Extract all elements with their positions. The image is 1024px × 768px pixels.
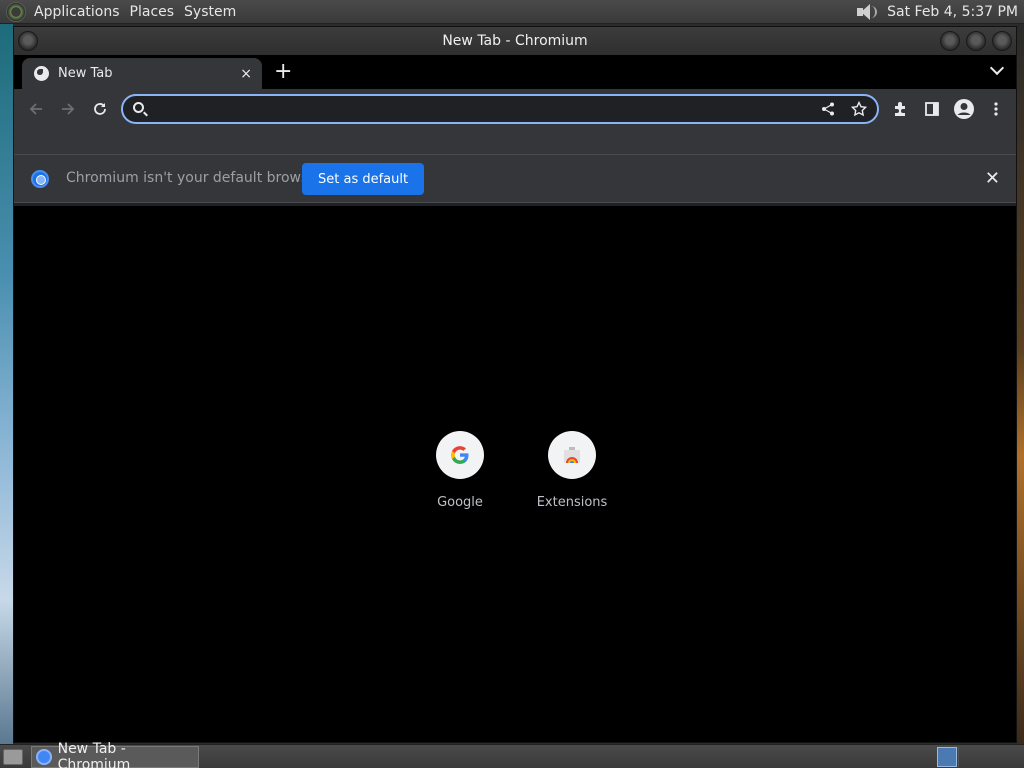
taskbar-item-chromium[interactable]: New Tab - Chromium [31,741,199,768]
new-tab-button[interactable]: + [274,60,292,84]
menu-places[interactable]: Places [128,4,183,20]
side-panel-icon[interactable] [920,97,944,121]
default-browser-infobar: Chromium isn't your default browser Set … [14,155,1016,203]
google-icon [436,431,484,479]
show-desktop-icon[interactable] [3,748,23,765]
clock[interactable]: Sat Feb 4, 5:37 PM [887,4,1018,20]
tab-title: New Tab [58,66,113,81]
browser-window: New Tab - Chromium New Tab × + Chromium … [13,26,1017,743]
extensions-puzzle-icon[interactable] [888,97,912,121]
tab-strip: New Tab × + [14,55,1016,89]
volume-icon[interactable] [855,3,878,21]
star-icon[interactable] [850,100,868,118]
maximize-icon[interactable] [966,31,986,51]
menu-applications[interactable]: Applications [32,4,128,20]
distro-logo-icon[interactable] [6,1,26,22]
desktop-wallpaper-right [1016,24,1024,744]
window-titlebar[interactable]: New Tab - Chromium [14,27,1016,55]
search-icon [133,102,144,113]
menu-system[interactable]: System [182,4,244,20]
new-tab-page: Google Extensions [14,206,1016,742]
workspace-switcher[interactable] [958,747,1018,767]
back-arrow-icon[interactable] [24,97,48,121]
share-icon[interactable] [819,100,837,118]
minimize-icon[interactable] [940,31,960,51]
window-menu-icon[interactable] [18,31,38,51]
omnibox[interactable] [121,94,879,124]
chromium-icon [36,748,52,765]
shortcut-label: Extensions [536,495,608,510]
infobar-close-icon[interactable]: ✕ [985,168,1000,189]
web-store-icon [548,431,596,479]
kebab-menu-icon[interactable] [984,97,1008,121]
chromium-icon [31,170,49,188]
chevron-down-icon[interactable] [989,60,1005,76]
close-window-icon[interactable] [992,31,1012,51]
set-as-default-button[interactable]: Set as default [302,163,425,195]
taskbar-item-label: New Tab - Chromium [57,740,131,768]
tab-close-icon[interactable]: × [240,66,252,82]
shortcut-label: Google [437,495,483,510]
address-input[interactable] [153,99,803,119]
shortcut-google[interactable]: Google [404,431,516,510]
workspace-switcher-active[interactable] [937,747,957,767]
window-title: New Tab - Chromium [442,33,588,49]
bookmarks-bar [14,129,1016,155]
top-panel: Applications Places System Sat Feb 4, 5:… [0,0,1024,24]
profile-avatar-icon[interactable] [952,97,976,121]
shortcut-extensions[interactable]: Extensions [516,431,628,510]
reload-icon[interactable] [88,97,112,121]
panel-tray: Sat Feb 4, 5:37 PM [855,3,1024,21]
toolbar [14,89,1016,129]
tab-new-tab[interactable]: New Tab × [22,58,262,89]
bottom-panel: New Tab - Chromium [0,741,1024,768]
forward-arrow-icon[interactable] [56,97,80,121]
desktop-wallpaper-left [0,24,13,744]
infobar-message: Chromium isn't your default browser [66,170,323,186]
globe-icon [34,66,49,81]
